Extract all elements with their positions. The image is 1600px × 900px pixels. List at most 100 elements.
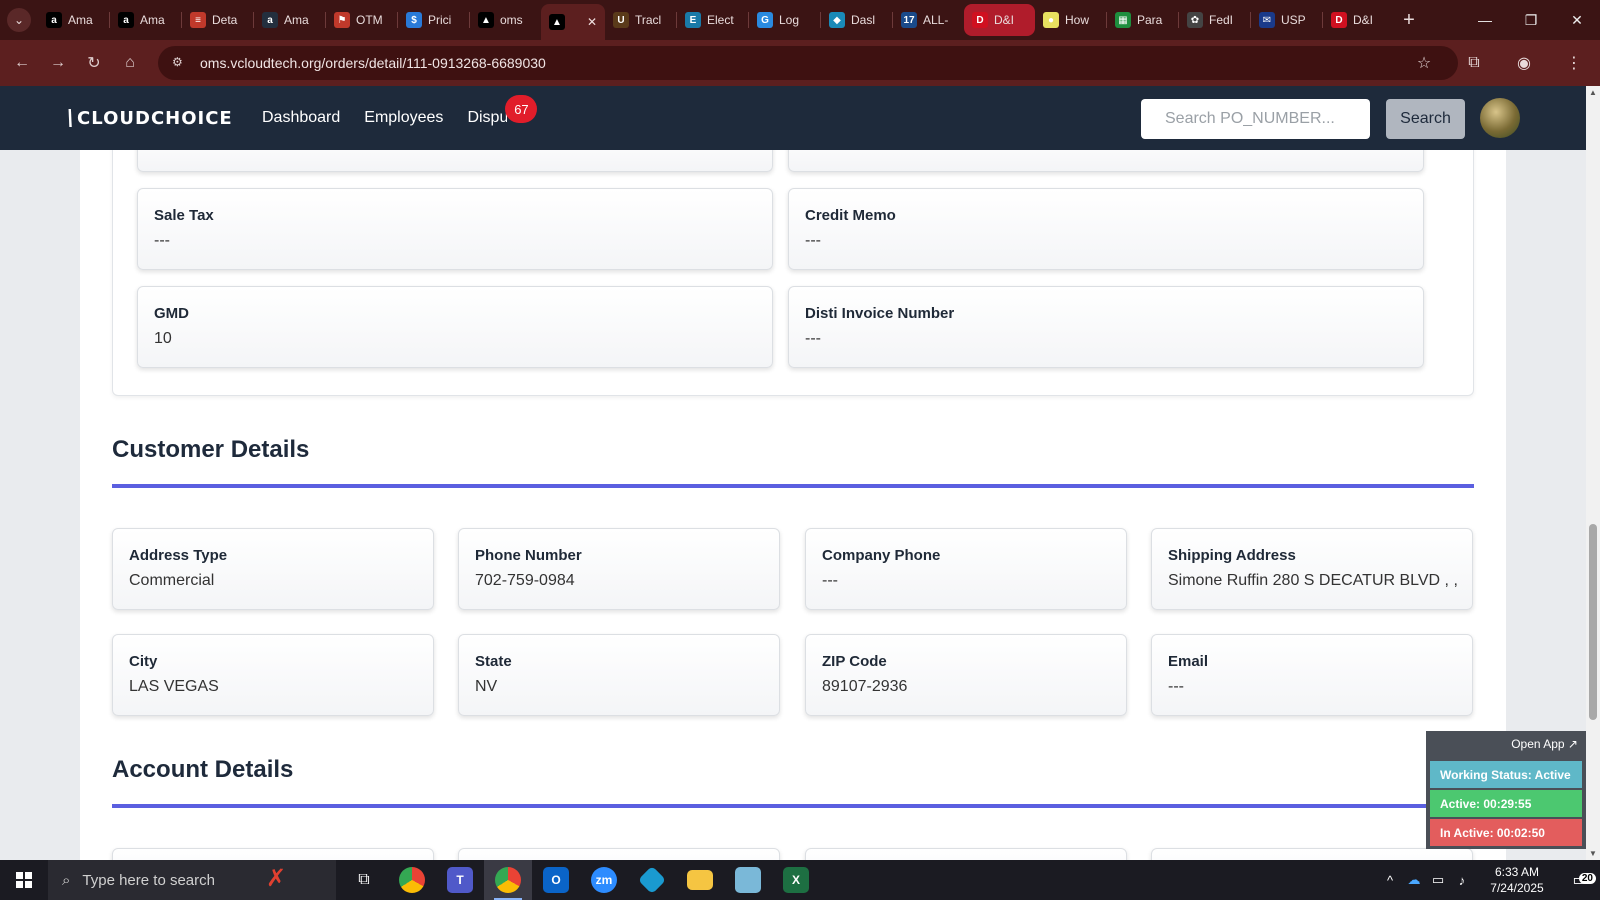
po-search-input[interactable] [1141, 99, 1370, 139]
url-text: oms.vcloudtech.org/orders/detail/111-091… [200, 55, 546, 71]
browser-tab[interactable]: $ Prici [398, 4, 469, 36]
browser-tab[interactable]: ⚑ OTM [326, 4, 397, 36]
browser-tab[interactable]: G Log [749, 4, 820, 36]
amazon-icon: a [46, 12, 62, 28]
nav-disputes[interactable]: Disputes 67 [467, 95, 538, 127]
close-window-icon[interactable]: ✕ [1554, 0, 1600, 40]
browser-tab[interactable]: ✿ FedI [1179, 4, 1250, 36]
flag-icon: ≡ [190, 12, 206, 28]
account-details-title: Account Details [112, 756, 294, 783]
zip-code-card: ZIP Code 89107-2936 [805, 634, 1127, 716]
browser-tab[interactable]: ≡ Deta [182, 4, 253, 36]
excel-icon[interactable]: X [772, 860, 820, 900]
chrome-active-icon[interactable] [484, 860, 532, 900]
browser-tab[interactable]: a Ama [254, 4, 325, 36]
search-button[interactable]: Search [1386, 99, 1465, 139]
chrome-icon[interactable] [388, 860, 436, 900]
back-icon[interactable]: ← [4, 45, 40, 81]
browser-tab[interactable]: ✉ USP [1251, 4, 1322, 36]
address-bar[interactable]: ⚙ oms.vcloudtech.org/orders/detail/111-0… [158, 46, 1458, 80]
state-card: State NV [458, 634, 780, 716]
clock-time: 6:33 AM [1494, 865, 1540, 879]
browser-tab[interactable]: ▦ Para [1107, 4, 1178, 36]
tab-title: Ama [140, 13, 165, 27]
windows-logo-icon [16, 872, 32, 888]
tab-title: oms [500, 13, 523, 27]
ups-icon: U [613, 12, 629, 28]
forward-icon[interactable]: → [40, 45, 76, 81]
scroll-down-icon[interactable]: ▼ [1586, 849, 1600, 858]
tab-title: D&I [1353, 13, 1374, 27]
nav-employees[interactable]: Employees [364, 109, 443, 127]
credit-memo-card: Credit Memo --- [788, 188, 1424, 270]
scroll-up-icon[interactable]: ▲ [1586, 88, 1600, 97]
field-label: Disti Invoice Number [805, 305, 955, 322]
taskbar-search-placeholder: Type here to search [82, 871, 215, 889]
work-status-widget: Open App ↗ Working Status: Active Active… [1426, 731, 1586, 849]
extensions-icon[interactable]: ⧉ [1456, 45, 1492, 81]
system-tray: ^ ☁ ▭ ♪ 6:33 AM 7/24/2025 ▭ 20 [1378, 860, 1600, 900]
user-avatar[interactable] [1480, 98, 1520, 138]
browser-tab[interactable]: D D&I [964, 4, 1035, 36]
new-tab-button[interactable]: + [1394, 9, 1424, 32]
menu-kebab-icon[interactable]: ⋮ [1556, 45, 1592, 81]
browser-tab[interactable]: ◆ Dasl [821, 4, 892, 36]
profile-icon[interactable]: ◉ [1506, 45, 1542, 81]
notes-app-icon[interactable] [724, 860, 772, 900]
account-field-card-partial [1151, 848, 1473, 860]
field-value: Simone Ruffin 280 S DECATUR BLVD , , [1168, 572, 1458, 589]
browser-tab[interactable]: ▲ ✕ [541, 4, 605, 40]
file-explorer-icon[interactable] [676, 860, 724, 900]
reload-icon[interactable]: ↻ [76, 45, 112, 81]
onedrive-icon[interactable]: ☁ [1402, 872, 1426, 888]
restore-icon[interactable]: ❐ [1508, 0, 1554, 40]
task-view-icon[interactable]: ⧉ [340, 860, 388, 900]
start-button[interactable] [0, 860, 48, 900]
open-app-link[interactable]: Open App ↗ [1511, 737, 1578, 751]
browser-tab[interactable]: E Elect [677, 4, 748, 36]
browser-tab-strip: ⌄ a Ama a Ama ≡ Deta a Ama ⚑ OTM $ Prici ▲ oms ▲ ✕ U Trac… [0, 0, 1600, 40]
browser-toolbar: ← → ↻ ⌂ ⚙ oms.vcloudtech.org/orders/deta… [0, 40, 1600, 86]
account-field-card-partial [805, 848, 1127, 860]
cloudchoice-logo[interactable]: \ CLOUDCHOICE [63, 106, 233, 131]
order-field-card-partial [788, 150, 1424, 172]
cloudchoice-icon: ▲ [549, 14, 565, 30]
zoom-icon[interactable]: zm [580, 860, 628, 900]
field-label: Phone Number [475, 547, 582, 564]
tab-title: Dasl [851, 13, 876, 27]
browser-tab[interactable]: D D&I [1323, 4, 1394, 36]
field-value: 89107-2936 [822, 678, 908, 695]
nav-dashboard[interactable]: Dashboard [262, 109, 340, 127]
network-icon[interactable]: ▭ [1426, 872, 1450, 888]
home-icon[interactable]: ⌂ [112, 45, 148, 81]
outlook-icon[interactable]: O [532, 860, 580, 900]
browser-tab[interactable]: U Tracl [605, 4, 676, 36]
disti-invoice-card: Disti Invoice Number --- [788, 286, 1424, 368]
field-value: LAS VEGAS [129, 678, 219, 695]
scrollbar-thumb[interactable] [1589, 524, 1597, 720]
browser-tab[interactable]: ▲ oms [470, 4, 541, 36]
volume-icon[interactable]: ♪ [1450, 873, 1474, 888]
dh-icon: D [1331, 12, 1347, 28]
taskbar-search[interactable]: ⌕ Type here to search ✗ [48, 860, 336, 900]
active-timer: Active: 00:29:55 [1430, 790, 1582, 817]
page-scrollbar[interactable]: ▲ ▼ [1586, 86, 1600, 860]
field-label: State [475, 653, 512, 670]
bookmark-star-icon[interactable]: ☆ [1406, 45, 1442, 81]
chevron-down-icon: ⌄ [7, 8, 31, 32]
browser-tab[interactable]: a Ama [38, 4, 109, 36]
taskbar-clock[interactable]: 6:33 AM 7/24/2025 [1474, 864, 1560, 896]
minimize-icon[interactable]: — [1462, 0, 1508, 40]
notification-center-icon[interactable]: ▭ 20 [1560, 870, 1600, 890]
browser-tab[interactable]: ● How [1035, 4, 1106, 36]
close-tab-icon[interactable]: ✕ [587, 15, 597, 29]
site-info-icon[interactable]: ⚙ [172, 55, 188, 71]
teams-icon[interactable]: T [436, 860, 484, 900]
field-value: 702-759-0984 [475, 572, 575, 589]
browser-tab[interactable]: a Ama [110, 4, 181, 36]
app-diamond-icon[interactable] [628, 860, 676, 900]
tab-list: a Ama a Ama ≡ Deta a Ama ⚑ OTM $ Prici ▲ oms ▲ ✕ U Tracl E… [38, 0, 1394, 40]
browser-tab[interactable]: 17 ALL- [893, 4, 964, 36]
tab-search-button[interactable]: ⌄ [0, 0, 38, 40]
chevron-up-icon[interactable]: ^ [1378, 873, 1402, 888]
